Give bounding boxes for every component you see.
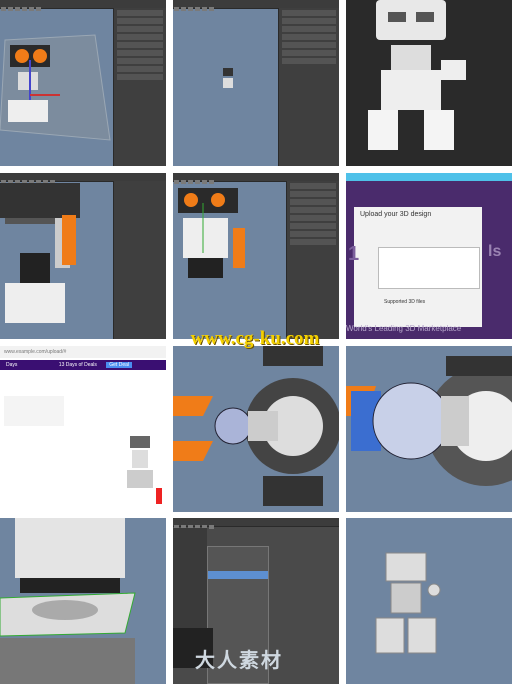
url-bar[interactable]: www.example.com/upload/#	[0, 346, 166, 358]
viewport-robot-far[interactable]	[173, 0, 339, 166]
viewport-leg-closeup[interactable]	[0, 518, 166, 684]
attribute-panel[interactable]	[278, 8, 339, 166]
viewport-robot-perspective[interactable]	[0, 0, 166, 166]
viewport-front-view[interactable]	[0, 173, 166, 339]
menu-highlight[interactable]	[208, 571, 268, 579]
attribute-panel[interactable]	[113, 181, 166, 339]
attribute-panel[interactable]	[286, 181, 339, 339]
maya-toolbar[interactable]	[173, 518, 339, 529]
deal-banner[interactable]: Days 13 Days of Deals Get Deal	[0, 360, 166, 370]
leg-mesh	[0, 518, 136, 684]
upload-dialog[interactable]: Upload your 3D design Supported 3D files	[354, 207, 482, 327]
upload-title: Upload your 3D design	[360, 211, 432, 218]
upload-page[interactable]: Upload your 3D design Supported 3D files…	[346, 173, 512, 339]
supported-files: Supported 3D files	[384, 299, 426, 305]
render-robot	[346, 0, 512, 166]
bg-letter: 1	[348, 243, 360, 265]
viewport-robot-wireframe[interactable]	[346, 518, 512, 684]
red-tab[interactable]	[156, 488, 162, 504]
web-upload-page[interactable]: www.example.com/upload/# Days 13 Days of…	[0, 346, 166, 512]
popup-box[interactable]	[378, 247, 480, 289]
logo-text: 大人素材	[195, 650, 283, 672]
banner-left: Days	[6, 362, 18, 368]
attribute-panel[interactable]	[113, 8, 166, 166]
left-menu[interactable]	[173, 528, 207, 628]
banner-button[interactable]: Get Deal	[106, 362, 132, 368]
form-block[interactable]	[4, 396, 64, 426]
robot-render	[368, 0, 466, 150]
bg-headline: World's Leading 3D Marketplace	[346, 324, 462, 333]
watermark-url: www.cg-ku.com	[190, 328, 320, 349]
viewport-hand-closeup[interactable]	[173, 346, 339, 512]
robot-wireframe	[375, 552, 441, 654]
viewport-robot-front[interactable]	[173, 173, 339, 339]
viewport-hand-sphere[interactable]	[346, 346, 512, 512]
banner-mid: 13 Days of Deals	[58, 362, 97, 368]
sphere-mesh	[346, 356, 512, 486]
robot-thumbnail	[127, 436, 153, 488]
hand-mesh	[173, 346, 339, 506]
top-bar	[346, 173, 512, 181]
bg-letter-right: ls	[488, 243, 502, 260]
